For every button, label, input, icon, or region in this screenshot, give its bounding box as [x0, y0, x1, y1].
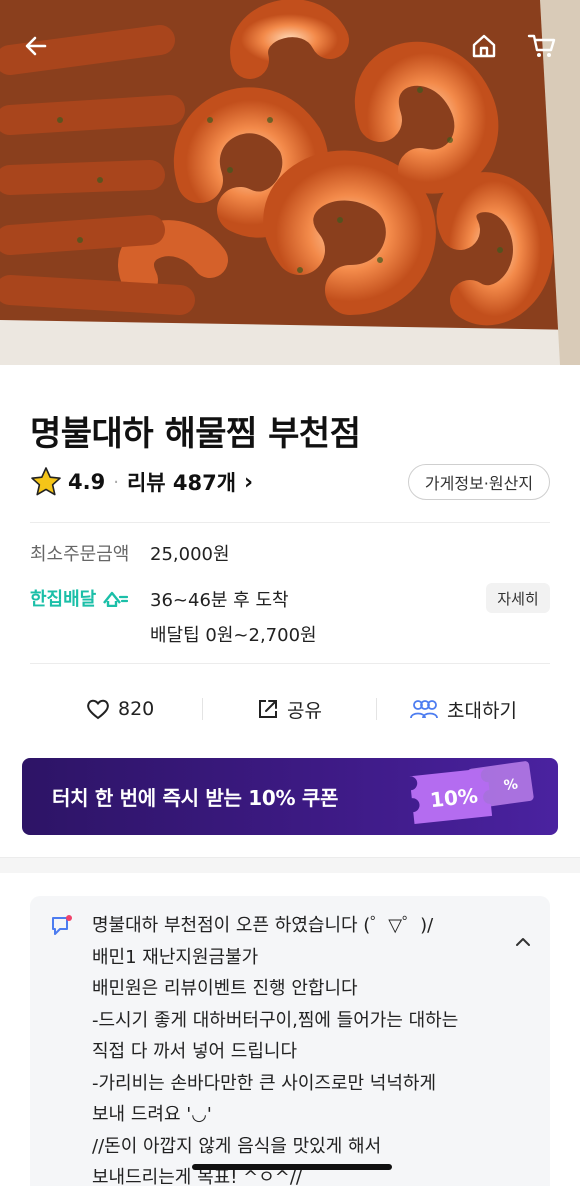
separator-dot: ·: [113, 471, 119, 493]
fast-home-icon: [103, 591, 129, 607]
store-info-button[interactable]: 가게정보·원산지: [408, 464, 550, 500]
notice-line: 보내 드려요 '◡': [92, 1104, 212, 1125]
rating-value: 4.9: [68, 470, 106, 494]
share-label: 공유: [287, 699, 322, 722]
notice-line: -드시기 좋게 대하버터구이,찜에 들어가는 대하는: [92, 1009, 459, 1031]
heart-icon: [87, 699, 109, 720]
back-arrow-icon: [25, 36, 47, 56]
store-notice: 명불대하 부천점이 오픈 하였습니다 (゜▽゜)/ 배민1 재난지원금불가 배민…: [30, 896, 550, 1186]
cart-icon: [527, 34, 556, 57]
chevron-right-icon: ›: [244, 469, 254, 495]
invite-label: 초대하기: [447, 699, 517, 722]
collapse-notice-button[interactable]: [514, 932, 532, 953]
people-icon: [410, 700, 438, 719]
star-icon: [31, 467, 61, 496]
divider: [30, 522, 550, 523]
divider: [376, 698, 377, 720]
coupon-badge-text: 10%: [429, 783, 479, 812]
home-button[interactable]: [464, 26, 504, 66]
divider: [30, 663, 550, 664]
store-name: 명불대하 해물찜 부천점: [30, 414, 361, 454]
notice-line: //돈이 아깝지 않게 음식을 맛있게 해서: [92, 1135, 382, 1157]
notice-line: 명불대하 부천점이 오픈 하였습니다 (゜▽゜)/: [92, 915, 434, 936]
delivery-tip: 배달팁 0원~2,700원: [150, 625, 317, 646]
store-hero-image: [0, 0, 580, 365]
home-icon: [472, 34, 496, 58]
coupon-ticket-icon: % 10%: [409, 761, 534, 825]
rating-row: 4.9 · 리뷰 487개 ›: [30, 462, 253, 502]
min-order-value: 25,000원: [150, 544, 230, 565]
notice-line: 직접 다 까서 넣어 드립니다: [92, 1041, 298, 1062]
share-button[interactable]: 공유: [257, 692, 322, 726]
like-count: 820: [118, 698, 155, 720]
notice-icon: [52, 915, 72, 935]
coupon-text: 터치 한 번에 즉시 받는 10% 쿠폰: [52, 786, 339, 810]
notice-text: 명불대하 부천점이 오픈 하였습니다 (゜▽゜)/ 배민1 재난지원금불가 배민…: [92, 910, 512, 1186]
delivery-brand: 한집배달: [30, 585, 129, 611]
invite-button[interactable]: 초대하기: [409, 692, 517, 726]
home-indicator: [192, 1164, 392, 1170]
coupon-banner[interactable]: 터치 한 번에 즉시 받는 10% 쿠폰 % 10%: [22, 758, 558, 835]
notice-line: -가리비는 손바다만한 큰 사이즈로만 넉넉하게: [92, 1072, 437, 1094]
delivery-detail-button[interactable]: 자세히: [486, 583, 550, 613]
cart-button[interactable]: [522, 26, 562, 66]
back-button[interactable]: [16, 26, 56, 66]
divider: [202, 698, 203, 720]
review-link[interactable]: 리뷰 487개 ›: [127, 467, 253, 497]
chevron-up-icon: [516, 938, 530, 946]
like-button[interactable]: 820: [86, 692, 154, 726]
notice-line: 배민원은 리뷰이벤트 진행 안합니다: [92, 978, 358, 999]
delivery-brand-label: 한집배달: [30, 589, 97, 610]
delivery-eta: 36~46분 후 도착: [150, 590, 289, 611]
coupon-small-badge: %: [503, 776, 519, 794]
share-icon: [259, 700, 277, 718]
notice-line: 배민1 재난지원금불가: [92, 946, 259, 968]
min-order-label: 최소주문금액: [30, 544, 130, 565]
section-gap: [0, 857, 580, 873]
review-count: 리뷰 487개: [126, 471, 237, 495]
